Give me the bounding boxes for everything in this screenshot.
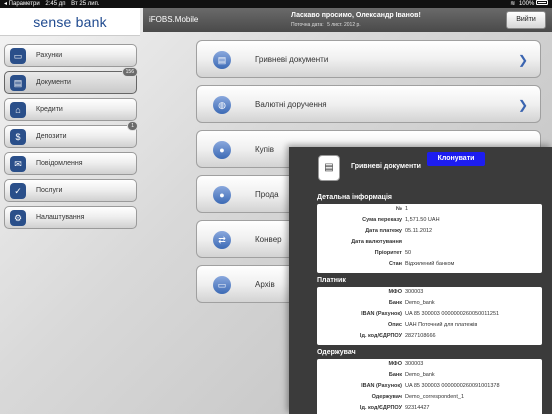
exchange-icon: ⇄ [213, 231, 231, 249]
envelope-icon: ✉ [10, 155, 26, 172]
sidebar-item-services[interactable]: ✓ Послуги [4, 179, 137, 202]
chevron-right-icon: ❯ [517, 53, 528, 67]
payer-row-description: Опис UAH Поточний для платежів [387, 322, 478, 328]
panel-title: Гривневі документи [351, 163, 421, 170]
sidebar-item-documents[interactable]: ▤ Документи 156 [4, 67, 138, 94]
brand-logo: sense bank [0, 8, 140, 36]
sidebar-item-settings[interactable]: ⚙ Налаштування [4, 206, 137, 229]
detail-row-amount: Сума переказу 1,571.50 UAH [362, 217, 440, 223]
home-icon: ⌂ [10, 101, 26, 118]
payer-row-bank: Банк Demo_bank [388, 300, 435, 306]
recipient-row-mfo: МФО 300003 [388, 361, 424, 367]
detail-row-status: Стан Відхилений банком [388, 261, 455, 267]
status-bar-right: ≋ 100% [510, 0, 548, 8]
document-icon: ▤ [318, 155, 340, 181]
sidebar-item-messages[interactable]: ✉ Повідомлення [4, 152, 137, 175]
back-to-settings-link[interactable]: ◂ Параметри [4, 1, 40, 7]
coin-icon: ● [213, 141, 231, 159]
battery-icon [536, 0, 548, 5]
operation-date-label: Поточна дата: [291, 22, 324, 28]
list-item-label: Купів [255, 145, 275, 154]
top-header: iFOBS.Mobile Ласкаво просимо, Олександр … [143, 8, 552, 32]
detail-row-number: № 1 [395, 206, 409, 212]
moneybag-icon: $ [10, 128, 26, 145]
list-item-label: Прода [255, 190, 279, 199]
recipient-card: МФО 300003 Банк Demo_bank IBAN (Рахунок) UA… [317, 359, 542, 414]
chevron-right-icon: ❯ [517, 98, 528, 112]
sidebar-item-loans[interactable]: ⌂ Кредити [4, 98, 137, 121]
app-name: iFOBS.Mobile [149, 15, 199, 24]
brand-logo-text: sense bank [33, 13, 107, 30]
deposits-count-badge: 1 [127, 121, 138, 131]
sidebar-item-deposits[interactable]: $ Депозити 1 [4, 121, 138, 148]
recipient-row-edrpou: Ід. код/ЄДРПОУ 92314427 [359, 405, 430, 411]
document-icon: ▤ [213, 51, 231, 69]
sidebar-item-label: Послуги [36, 187, 63, 194]
operation-date: Поточна дата: 5 лист. 2012 р. [291, 22, 361, 28]
status-bar: ◂ Параметри 2:45 дп Вт 25 лип. ≋ 100% [0, 0, 552, 8]
document-details-panel: ▤ Гривневі документи Клонувати Детальна … [289, 147, 552, 414]
panel-header: ▤ Гривневі документи Клонувати [289, 147, 552, 187]
logout-button[interactable]: Вийти [506, 11, 546, 29]
payer-row-iban: IBAN (Рахунок) UA 85 300003 0000000260050… [361, 311, 500, 317]
documents-icon: ▤ [10, 74, 26, 91]
payer-row-edrpou: Ід. код/ЄДРПОУ 2827108666 [359, 333, 436, 339]
list-item-label: Валютні доручення [255, 100, 327, 109]
sidebar-nav: ▭ Рахунки ▤ Документи 156 ⌂ Кредити $ Де… [4, 44, 138, 233]
status-bar-left: ◂ Параметри 2:45 дп Вт 25 лип. [4, 0, 99, 8]
list-item-uah-documents[interactable]: ▤ Гривневі документи ❯ [196, 40, 541, 78]
wallet-icon: ▭ [10, 47, 26, 64]
detail-row-priority: Пріоритет 50 [374, 250, 412, 256]
sidebar-item-accounts[interactable]: ▭ Рахунки [4, 44, 137, 67]
thumbs-up-icon: ✓ [10, 182, 26, 199]
documents-count-badge: 156 [121, 67, 138, 77]
globe-icon: ◍ [213, 96, 231, 114]
sidebar-item-label: Депозити [36, 133, 67, 140]
sidebar-item-label: Налаштування [36, 214, 85, 221]
list-item-currency-orders[interactable]: ◍ Валютні доручення ❯ [196, 85, 541, 123]
folder-icon: ▭ [213, 276, 231, 294]
sidebar-item-label: Повідомлення [36, 160, 83, 167]
details-section-title: Детальна інформація [317, 194, 392, 201]
recipient-row-name: Одержувач Demo_correspondent_1 [371, 394, 465, 400]
sidebar-item-label: Кредити [36, 106, 63, 113]
wifi-icon: ≋ [510, 1, 516, 7]
recipient-row-bank: Банк Demo_bank [388, 372, 435, 378]
list-item-label: Архів [255, 280, 275, 289]
status-time: 2:45 дп [45, 1, 66, 7]
recipient-section-title: Одержувач [317, 349, 356, 356]
detail-row-value-date: Дата валютування [351, 239, 402, 245]
welcome-text: Ласкаво просимо, Олександр Іванов! [291, 12, 421, 19]
coin-icon: ● [213, 186, 231, 204]
list-item-label: Гривневі документи [255, 55, 329, 64]
list-item-label: Конвер [255, 235, 282, 244]
payer-row-mfo: МФО 300003 [388, 289, 424, 295]
sidebar-item-label: Документи [36, 79, 71, 86]
payer-card: МФО 300003 Банк Demo_bank IBAN (Рахунок) UA… [317, 287, 542, 345]
payer-section-title: Платник [317, 277, 346, 284]
details-card: № 1 Сума переказу 1,571.50 UAH Дата платеж… [317, 204, 542, 273]
clone-button[interactable]: Клонувати [427, 152, 485, 166]
operation-date-value: 5 лист. 2012 р. [327, 22, 361, 28]
status-date: Вт 25 лип. [71, 1, 100, 7]
recipient-row-iban: IBAN (Рахунок) UA 85 300003 0000000260091… [361, 383, 500, 389]
detail-row-payment-date: Дата платежу 05.11.2012 [365, 228, 433, 234]
battery-percent: 100% [518, 1, 535, 7]
sidebar-item-label: Рахунки [36, 52, 63, 59]
gear-icon: ⚙ [10, 209, 26, 226]
